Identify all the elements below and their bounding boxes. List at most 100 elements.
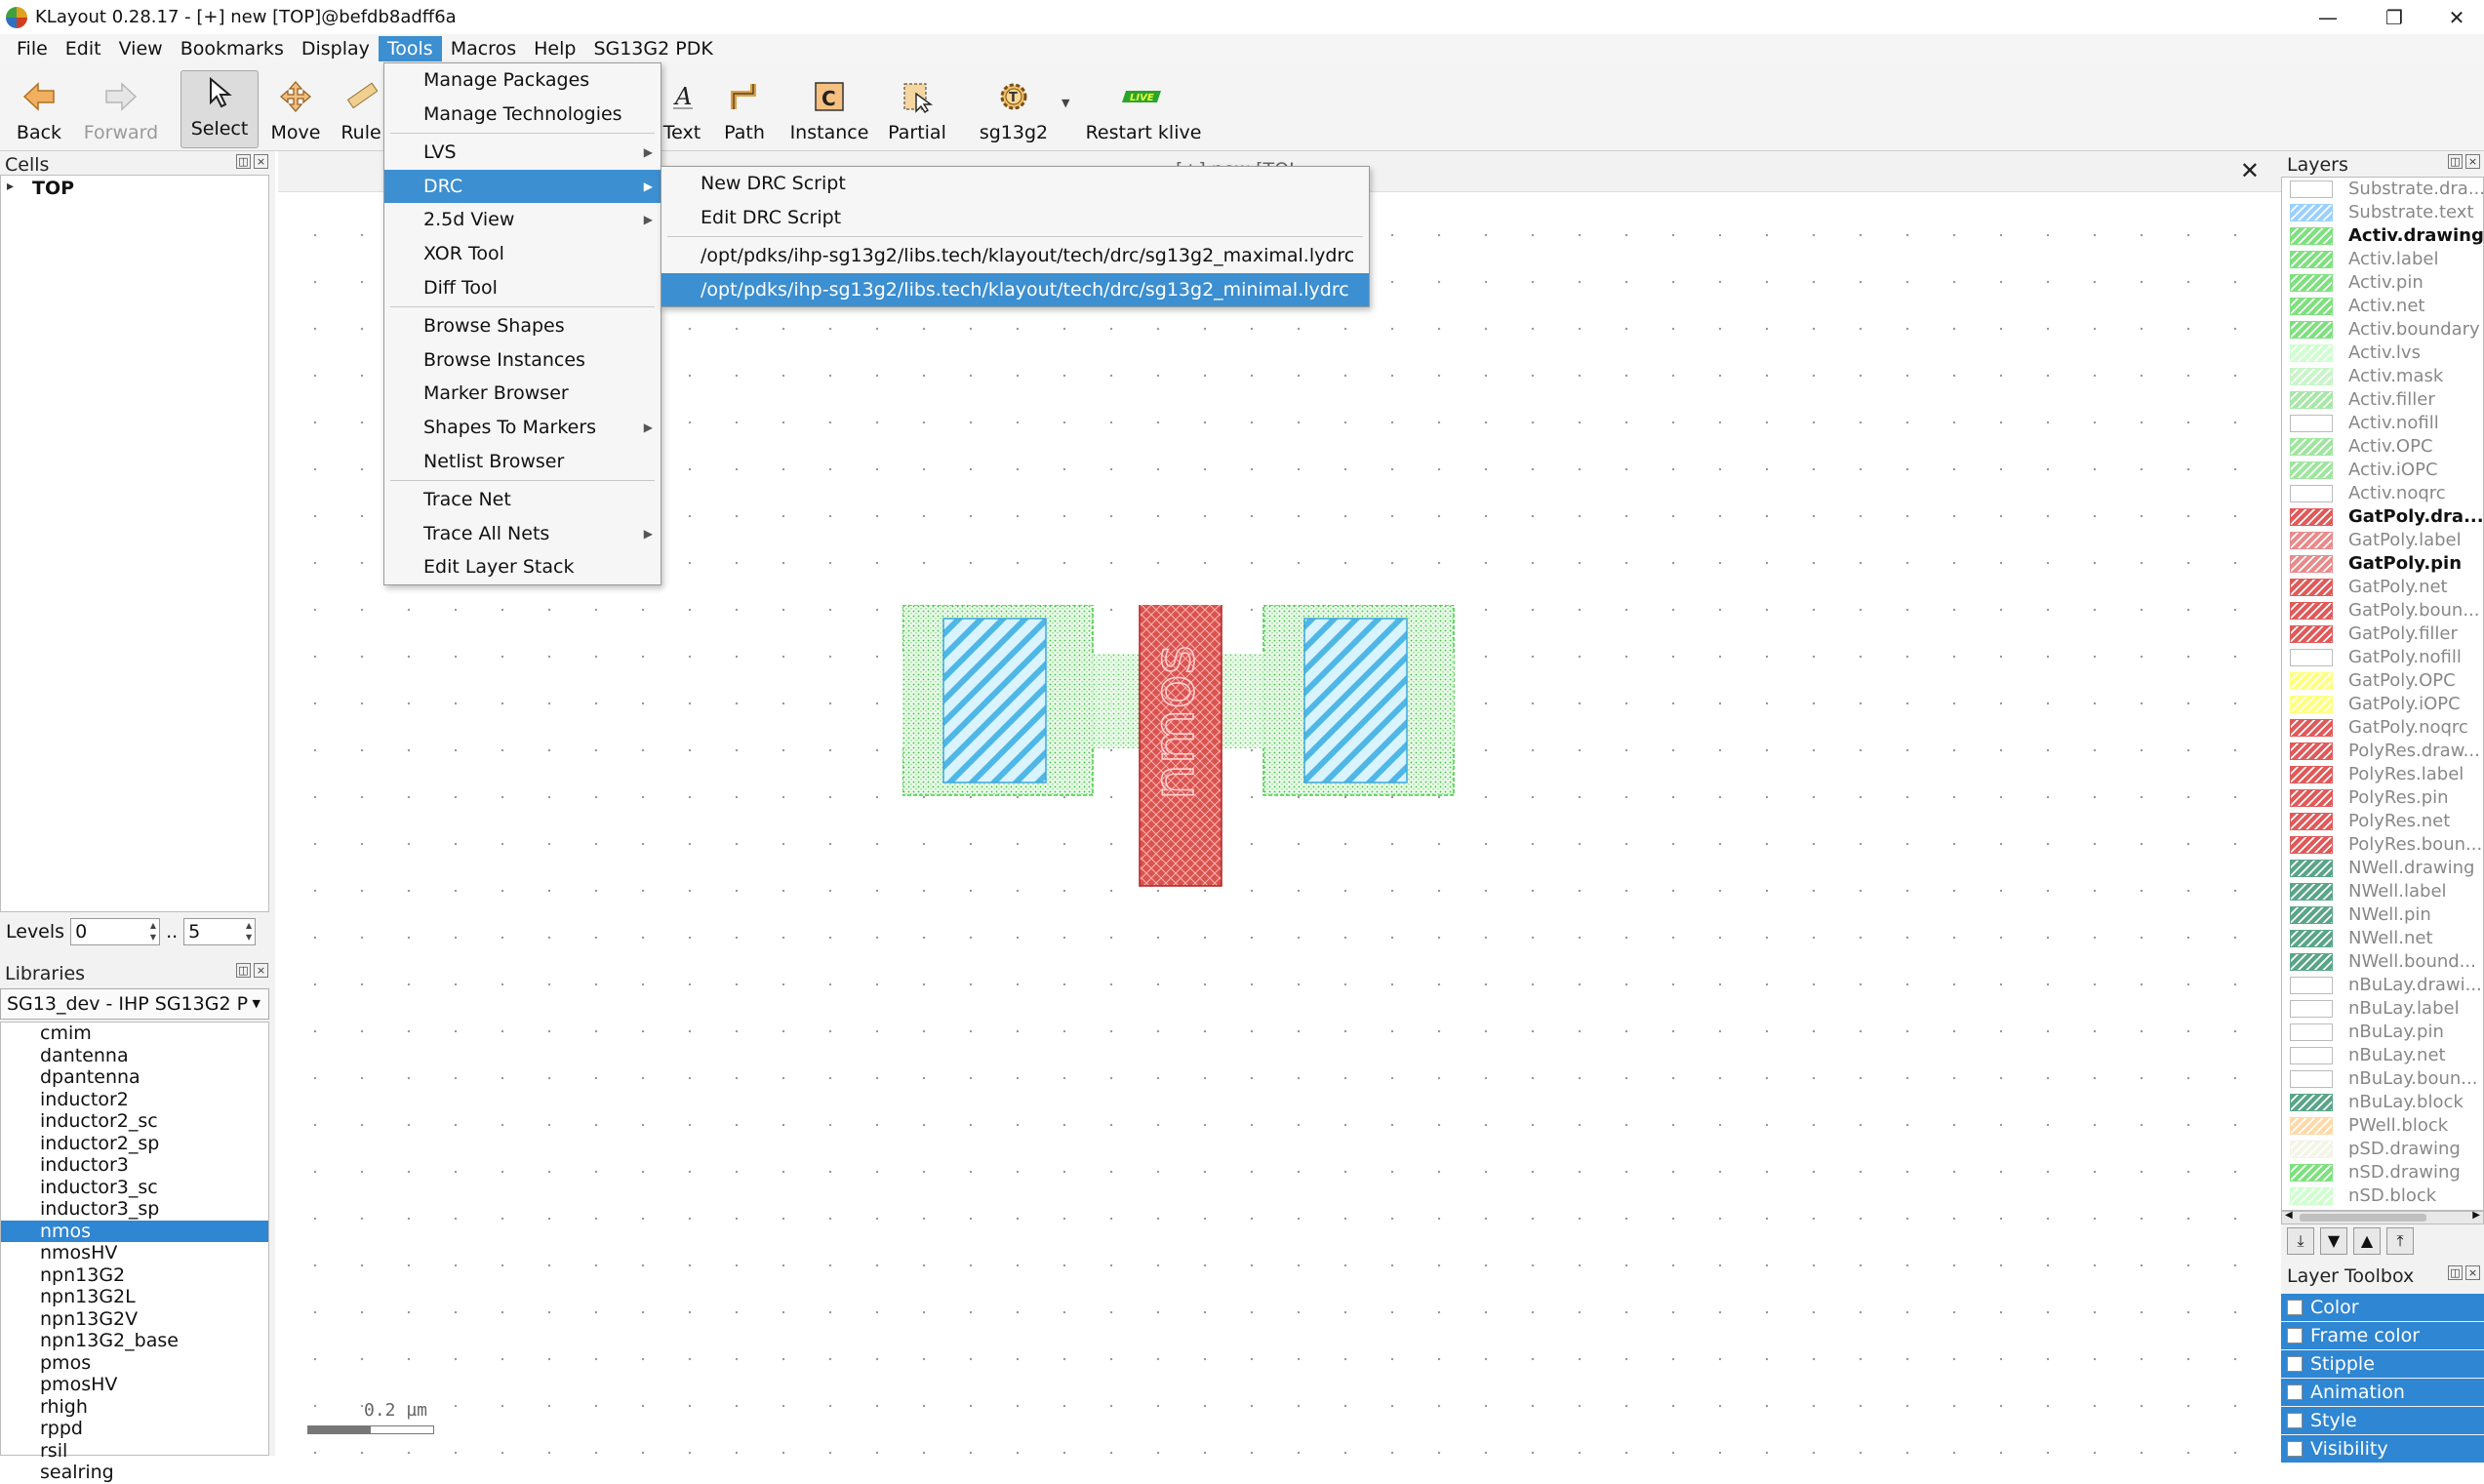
move-down-icon[interactable]: ▼: [2320, 1227, 2347, 1255]
move-to-bottom-icon[interactable]: ⤓: [2287, 1227, 2314, 1255]
spin-arrows-icon[interactable]: ▲ ▼: [246, 920, 252, 943]
float-icon[interactable]: ◫: [236, 963, 251, 978]
layer-row[interactable]: nSD.block: [2282, 1184, 2483, 1208]
library-cell-item[interactable]: npn13G2L: [1, 1286, 268, 1308]
layer-row[interactable]: Activ.drawing: [2282, 224, 2483, 248]
expand-icon[interactable]: ▸: [7, 179, 14, 194]
expand-checkbox[interactable]: [2287, 1328, 2303, 1344]
forward-button[interactable]: Forward: [82, 63, 160, 151]
close-window-button[interactable]: ✕: [2429, 0, 2484, 34]
expand-checkbox[interactable]: [2287, 1384, 2303, 1400]
menu-item-browse-instances[interactable]: Browse Instances: [384, 343, 661, 378]
library-cell-item[interactable]: npn13G2V: [1, 1308, 268, 1331]
toolbox-section-stipple[interactable]: Stipple: [2281, 1350, 2484, 1378]
move-up-icon[interactable]: ▲: [2353, 1227, 2381, 1255]
layer-row[interactable]: Activ.label: [2282, 248, 2483, 271]
partial-button[interactable]: Partial: [884, 63, 950, 151]
layer-row[interactable]: nSD.drawing: [2282, 1161, 2483, 1184]
library-cell-item[interactable]: rppd: [1, 1418, 268, 1440]
close-icon[interactable]: ×: [2465, 154, 2480, 169]
layer-row[interactable]: PolyRes.label: [2282, 763, 2483, 786]
layer-row[interactable]: PolyRes.pin: [2282, 786, 2483, 810]
close-view-button[interactable]: ✕: [2240, 157, 2260, 184]
layer-row[interactable]: Activ.pin: [2282, 271, 2483, 295]
layer-row[interactable]: Activ.lvs: [2282, 341, 2483, 365]
layer-row[interactable]: NWell.net: [2282, 927, 2483, 950]
menu-item-lvs[interactable]: LVS ▶: [384, 136, 661, 170]
layer-row[interactable]: Substrate.dra...: [2282, 178, 2483, 201]
menu-item-marker-browser[interactable]: Marker Browser: [384, 377, 661, 411]
top-cell[interactable]: TOP: [32, 178, 74, 199]
expand-checkbox[interactable]: [2287, 1356, 2303, 1372]
library-cell-item[interactable]: nmosHV: [1, 1242, 268, 1264]
close-icon[interactable]: ×: [2465, 1265, 2480, 1280]
layer-row[interactable]: GatPoly.net: [2282, 576, 2483, 599]
menu-item-opt-pdks-ihp-sg13g2-libs-tech-klayout-te[interactable]: /opt/pdks/ihp-sg13g2/libs.tech/klayout/t…: [661, 239, 1369, 273]
library-cell-item[interactable]: sealring: [1, 1462, 268, 1484]
menu-item-trace-all-nets[interactable]: Trace All Nets ▶: [384, 517, 661, 551]
library-cell-item[interactable]: inductor3_sp: [1, 1198, 268, 1221]
layer-row[interactable]: Activ.mask: [2282, 365, 2483, 388]
scroll-thumb[interactable]: [2300, 1214, 2426, 1222]
layer-row[interactable]: Substrate.text: [2282, 201, 2483, 224]
layer-row[interactable]: GatPoly.boun...: [2282, 599, 2483, 622]
layer-row[interactable]: nBuLay.boun...: [2282, 1067, 2483, 1091]
layer-row[interactable]: GatPoly.dra...: [2282, 505, 2483, 529]
minimize-button[interactable]: —: [2301, 0, 2355, 34]
library-select[interactable]: SG13_dev - IHP SG13G2 P ▼: [0, 988, 269, 1020]
layer-row[interactable]: NWell.label: [2282, 880, 2483, 903]
scroll-left-icon[interactable]: ◀: [2285, 1210, 2293, 1221]
close-icon[interactable]: ×: [254, 154, 268, 169]
menu-display[interactable]: Display: [293, 36, 379, 61]
menu-item-edit-layer-stack[interactable]: Edit Layer Stack: [384, 550, 661, 584]
layer-row[interactable]: GatPoly.pin: [2282, 552, 2483, 576]
layout-shapes[interactable]: nmos: [902, 605, 1478, 1093]
library-cell-item[interactable]: dpantenna: [1, 1066, 268, 1089]
layer-row[interactable]: pSD.drawing: [2282, 1138, 2483, 1161]
layer-row[interactable]: nBuLay.net: [2282, 1044, 2483, 1067]
library-cell-item[interactable]: npn13G2: [1, 1264, 268, 1287]
menu-view[interactable]: View: [110, 36, 172, 61]
float-icon[interactable]: ◫: [236, 154, 251, 169]
library-cell-item[interactable]: pmosHV: [1, 1374, 268, 1396]
toolbox-section-animation[interactable]: Animation: [2281, 1379, 2484, 1406]
layer-row[interactable]: Activ.noqrc: [2282, 482, 2483, 505]
menu-file[interactable]: File: [8, 36, 57, 61]
cell-tree[interactable]: ▸ TOP: [0, 175, 269, 912]
layer-row[interactable]: Activ.filler: [2282, 388, 2483, 412]
menu-item-drc[interactable]: DRC ▶: [384, 169, 661, 204]
layer-row[interactable]: PolyRes.net: [2282, 810, 2483, 833]
layer-row[interactable]: Activ.iOPC: [2282, 459, 2483, 482]
menu-macros[interactable]: Macros: [442, 36, 525, 61]
layer-row[interactable]: GatPoly.OPC: [2282, 669, 2483, 693]
toolbox-section-color[interactable]: Color: [2281, 1294, 2484, 1321]
layer-row[interactable]: NWell.pin: [2282, 903, 2483, 927]
menu-bookmarks[interactable]: Bookmarks: [172, 36, 293, 61]
expand-checkbox[interactable]: [2287, 1300, 2303, 1315]
layer-row[interactable]: nBuLay.drawi...: [2282, 974, 2483, 997]
layer-list-scrollbar[interactable]: ◀ ▶: [2281, 1210, 2484, 1224]
menu-help[interactable]: Help: [525, 36, 584, 61]
menu-item-xor-tool[interactable]: XOR Tool: [384, 237, 661, 271]
sg13g2-dropdown-arrow-icon[interactable]: ▼: [1062, 97, 1069, 109]
move-to-top-icon[interactable]: ⤒: [2386, 1227, 2414, 1255]
layer-row[interactable]: GatPoly.nofill: [2282, 646, 2483, 669]
menu-item-netlist-browser[interactable]: Netlist Browser: [384, 445, 661, 479]
close-icon[interactable]: ×: [254, 963, 268, 978]
layer-row[interactable]: NWell.drawing: [2282, 857, 2483, 880]
library-cell-item[interactable]: rhigh: [1, 1396, 268, 1419]
path-button[interactable]: Path: [716, 63, 773, 151]
contact-left-shape[interactable]: [942, 618, 1047, 783]
back-button[interactable]: Back: [10, 63, 68, 151]
restart-klive-button[interactable]: LIVE Restart klive: [1083, 63, 1204, 151]
layer-row[interactable]: nBuLay.block: [2282, 1091, 2483, 1114]
maximize-button[interactable]: ❐: [2367, 0, 2422, 34]
layer-row[interactable]: nBuLay.pin: [2282, 1021, 2483, 1044]
layer-row[interactable]: Activ.nofill: [2282, 412, 2483, 435]
select-button[interactable]: Select: [180, 70, 259, 148]
library-cell-item[interactable]: nmos: [1, 1220, 268, 1242]
spin-arrows-icon[interactable]: ▲ ▼: [150, 920, 156, 943]
library-cell-item[interactable]: inductor3: [1, 1154, 268, 1177]
toolbox-section-frame-color[interactable]: Frame color: [2281, 1322, 2484, 1349]
layer-list[interactable]: Substrate.dra... Substrate.text Activ.draw…: [2281, 177, 2484, 1211]
